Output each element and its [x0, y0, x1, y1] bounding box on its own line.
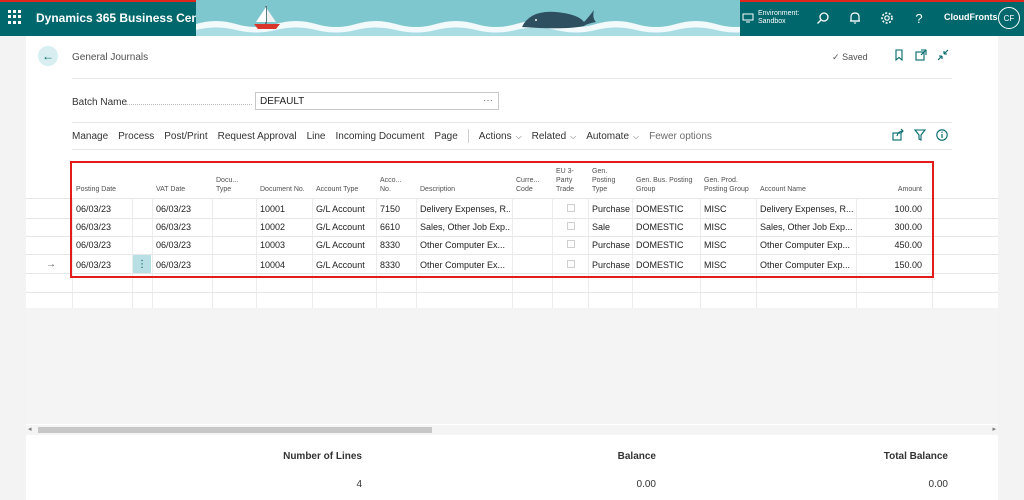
collapse-icon[interactable]: [936, 48, 950, 62]
action-post-print[interactable]: Post/Print: [164, 131, 207, 142]
environment-value: Sandbox: [758, 18, 786, 25]
number-of-lines-label: Number of Lines: [283, 451, 362, 462]
avatar[interactable]: CF: [998, 7, 1020, 29]
action-bar-icons: [891, 128, 951, 144]
action-page[interactable]: Page: [434, 131, 457, 142]
app-title[interactable]: Dynamics 365 Business Central: [36, 11, 217, 25]
gear-icon[interactable]: [878, 9, 896, 27]
action-bar-divider-top: [72, 122, 952, 123]
share-icon[interactable]: [891, 128, 905, 142]
number-of-lines-value: 4: [356, 479, 362, 490]
batch-lookup-button[interactable]: ···: [483, 95, 493, 106]
batch-name-label: Batch Name: [72, 97, 128, 108]
banner-illustration: [196, 0, 740, 36]
environment-indicator[interactable]: Environment: Sandbox: [742, 7, 799, 29]
action-process[interactable]: Process: [118, 131, 154, 142]
open-new-window-icon[interactable]: [914, 48, 928, 62]
batch-name-value: DEFAULT: [260, 96, 305, 107]
action-separator: [467, 129, 469, 143]
balance-value: 0.00: [636, 479, 656, 490]
info-icon[interactable]: [935, 128, 949, 142]
arrow-left-icon: ←: [42, 49, 54, 63]
horizontal-scrollbar[interactable]: ◂ ▸: [26, 425, 998, 435]
environment-icon: [742, 13, 754, 23]
total-balance-label: Total Balance: [883, 451, 948, 462]
balance-label: Balance: [617, 451, 656, 462]
action-request-approval[interactable]: Request Approval: [218, 131, 297, 142]
action-bar: Manage Process Post/Print Request Approv…: [72, 126, 952, 146]
empty-grid-area: [26, 308, 998, 424]
environment-label: Environment:: [758, 10, 800, 17]
row-arrow-icon: →: [46, 259, 56, 270]
back-button[interactable]: ←: [38, 46, 58, 66]
scroll-right-icon[interactable]: ▸: [992, 425, 996, 433]
bookmark-icon[interactable]: [892, 48, 906, 62]
batch-name-leader: [126, 104, 252, 105]
action-line[interactable]: Line: [307, 131, 326, 142]
action-manage[interactable]: Manage: [72, 131, 108, 142]
bell-icon[interactable]: [846, 9, 864, 27]
fewer-options-button[interactable]: Fewer options: [649, 131, 712, 142]
waffle-icon[interactable]: [8, 10, 22, 24]
related-dropdown[interactable]: Related: [532, 131, 577, 142]
batch-name-field[interactable]: DEFAULT ···: [255, 92, 499, 110]
top-app-bar: Dynamics 365 Business Central Environmen…: [0, 0, 1024, 36]
saved-label: Saved: [842, 52, 868, 62]
search-icon[interactable]: [814, 9, 832, 27]
page-card: ← General Journals ✓ Saved Batch Name DE…: [26, 36, 998, 500]
scroll-left-icon[interactable]: ◂: [28, 425, 32, 433]
actions-dropdown[interactable]: Actions: [479, 131, 522, 142]
action-bar-divider-bottom: [72, 149, 952, 150]
help-icon[interactable]: ?: [910, 9, 928, 27]
user-name[interactable]: CloudFronts: [944, 12, 998, 22]
page-title: General Journals: [72, 52, 149, 63]
scrollbar-thumb[interactable]: [38, 427, 432, 433]
checkmark-icon: ✓: [832, 52, 840, 62]
filter-icon[interactable]: [913, 128, 927, 142]
header-divider: [72, 78, 952, 79]
total-balance-value: 0.00: [928, 479, 948, 490]
action-incoming-document[interactable]: Incoming Document: [335, 131, 424, 142]
saved-status: ✓ Saved: [832, 52, 868, 63]
highlight-annotation-box: [70, 161, 934, 278]
automate-dropdown[interactable]: Automate: [586, 131, 639, 142]
